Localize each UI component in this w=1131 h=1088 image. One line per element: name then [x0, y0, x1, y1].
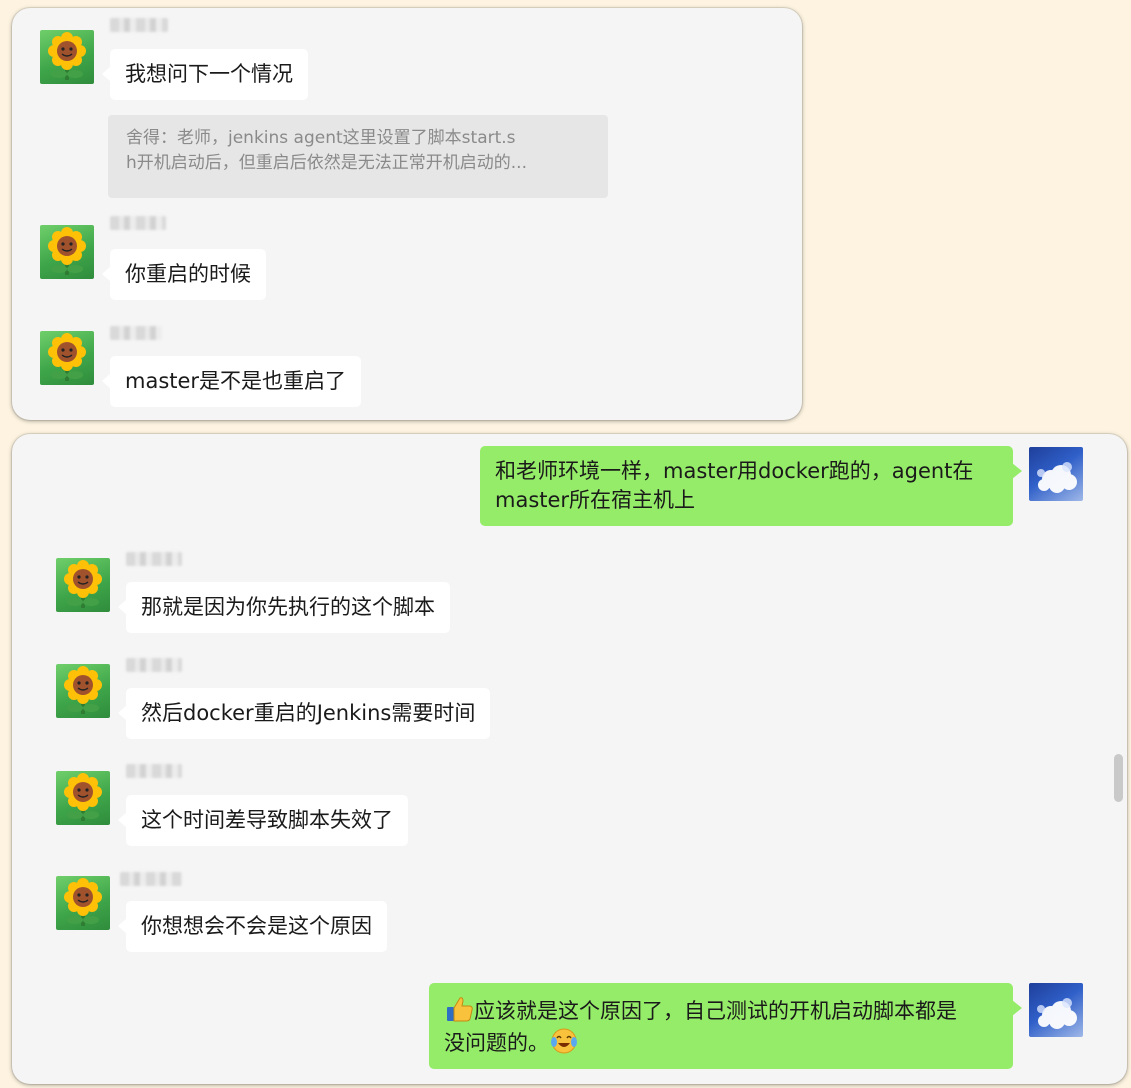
- sunflower-icon: [48, 32, 86, 80]
- cloud-icon: [1037, 998, 1077, 1029]
- message-bubble[interactable]: 你想想会不会是这个原因: [118, 901, 387, 952]
- quote-line-2: h开机启动后，但重启后依然是无法正常开机启动的...: [126, 153, 527, 173]
- message-bubble[interactable]: 你重启的时候: [102, 249, 266, 300]
- message-line-1: 应该就是这个原因了，自己测试的开机启动脚本都是: [444, 994, 998, 1026]
- sunflower-icon: [64, 560, 102, 608]
- sunflower-avatar[interactable]: [56, 876, 110, 930]
- message-bubble-self[interactable]: 应该就是这个原因了，自己测试的开机启动脚本都是 没问题的。: [429, 983, 1022, 1069]
- cloud-icon: [1037, 462, 1077, 493]
- sunflower-avatar[interactable]: [40, 30, 94, 84]
- sunflower-icon: [64, 666, 102, 714]
- chat-panel-top: 我想问下一个情况 舍得：老师，jenkins agent这里设置了脚本start…: [12, 8, 802, 420]
- sunflower-icon: [64, 773, 102, 821]
- sender-name-blurred: [110, 18, 168, 32]
- sender-name-blurred: [126, 552, 182, 566]
- sender-name-blurred: [110, 326, 162, 340]
- sunflower-avatar[interactable]: [40, 331, 94, 385]
- message-bubble[interactable]: 我想问下一个情况: [102, 49, 308, 100]
- sender-name-blurred: [120, 872, 182, 886]
- sender-name-blurred: [126, 764, 182, 778]
- message-bubble[interactable]: 那就是因为你先执行的这个脚本: [118, 582, 450, 633]
- sunflower-avatar[interactable]: [40, 225, 94, 279]
- message-bubble[interactable]: 这个时间差导致脚本失效了: [118, 795, 408, 846]
- sunflower-icon: [48, 227, 86, 275]
- chat-panel-bottom[interactable]: 和老师环境一样，master用docker跑的，agent在master所在宿主…: [12, 434, 1127, 1084]
- sky-avatar[interactable]: [1029, 447, 1083, 501]
- thumbs-up-icon: [447, 997, 473, 1022]
- sky-avatar[interactable]: [1029, 983, 1083, 1037]
- message-bubble[interactable]: master是不是也重启了: [101, 356, 362, 407]
- scrollbar-thumb[interactable]: [1114, 754, 1123, 802]
- sunflower-icon: [64, 878, 102, 926]
- sunflower-avatar[interactable]: [56, 558, 110, 612]
- quoted-message[interactable]: 舍得：老师，jenkins agent这里设置了脚本start.s h开机启动后…: [108, 115, 608, 198]
- laughing-tears-icon: [551, 1028, 577, 1054]
- sunflower-icon: [48, 333, 86, 381]
- message-text: 没问题的。: [444, 1031, 549, 1055]
- sunflower-avatar[interactable]: [56, 664, 110, 718]
- sender-name-blurred: [126, 658, 182, 672]
- message-text: 应该就是这个原因了，自己测试的开机启动脚本都是: [474, 999, 957, 1023]
- message-bubble[interactable]: 然后docker重启的Jenkins需要时间: [117, 688, 491, 739]
- sender-name-blurred: [110, 216, 166, 230]
- sunflower-avatar[interactable]: [56, 771, 110, 825]
- message-line-2: 没问题的。: [444, 1026, 998, 1058]
- message-bubble-self[interactable]: 和老师环境一样，master用docker跑的，agent在master所在宿主…: [480, 446, 1022, 526]
- quote-line-1: 舍得：老师，jenkins agent这里设置了脚本start.s: [126, 128, 516, 148]
